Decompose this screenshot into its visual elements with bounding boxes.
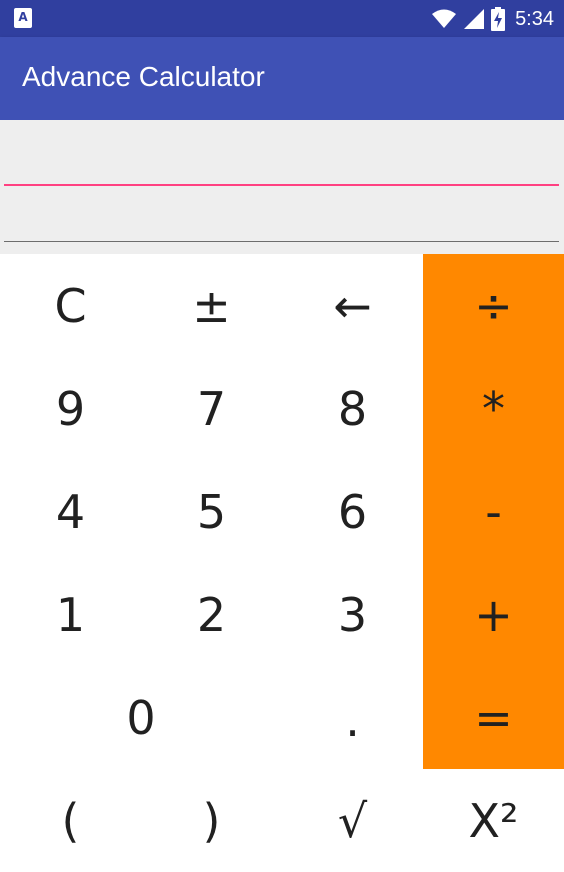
digit-6-button[interactable]: 6: [282, 460, 423, 563]
multiply-button[interactable]: *: [423, 357, 564, 460]
digit-3-button[interactable]: 3: [282, 563, 423, 666]
battery-charging-icon: [491, 7, 506, 31]
digit-9-button[interactable]: 9: [0, 357, 141, 460]
keypad: C ± ← ÷ 9 7 8 * 4 5 6 - 1 2 3 + 0 . = ( …: [0, 254, 564, 872]
digit-0-button[interactable]: 0: [0, 666, 282, 769]
display-area: [0, 120, 564, 254]
status-bar: A 5:34: [0, 0, 564, 37]
equals-button[interactable]: =: [423, 666, 564, 769]
digit-8-button[interactable]: 8: [282, 357, 423, 460]
status-time: 5:34: [515, 7, 554, 30]
expression-input[interactable]: [4, 130, 559, 186]
digit-2-button[interactable]: 2: [141, 563, 282, 666]
square-root-button[interactable]: √: [282, 769, 423, 872]
app-notification-icon: A: [14, 8, 32, 28]
notification-icon: A: [14, 8, 32, 28]
plus-minus-button[interactable]: ±: [141, 254, 282, 357]
square-button[interactable]: X²: [423, 769, 564, 872]
digit-5-button[interactable]: 5: [141, 460, 282, 563]
open-paren-button[interactable]: (: [0, 769, 141, 872]
wifi-icon: [432, 9, 457, 28]
divide-button[interactable]: ÷: [423, 254, 564, 357]
signal-icon: [464, 9, 485, 29]
app-title: Advance Calculator: [22, 61, 265, 92]
result-display: [4, 194, 559, 242]
status-icons: 5:34: [431, 6, 554, 32]
digit-7-button[interactable]: 7: [141, 357, 282, 460]
digit-4-button[interactable]: 4: [0, 460, 141, 563]
close-paren-button[interactable]: ): [141, 769, 282, 872]
subtract-button[interactable]: -: [423, 460, 564, 563]
add-button[interactable]: +: [423, 563, 564, 666]
backspace-button[interactable]: ←: [282, 254, 423, 357]
decimal-point-button[interactable]: .: [282, 666, 423, 769]
digit-1-button[interactable]: 1: [0, 563, 141, 666]
app-bar: Advance Calculator: [0, 37, 564, 120]
clear-button[interactable]: C: [0, 254, 141, 357]
